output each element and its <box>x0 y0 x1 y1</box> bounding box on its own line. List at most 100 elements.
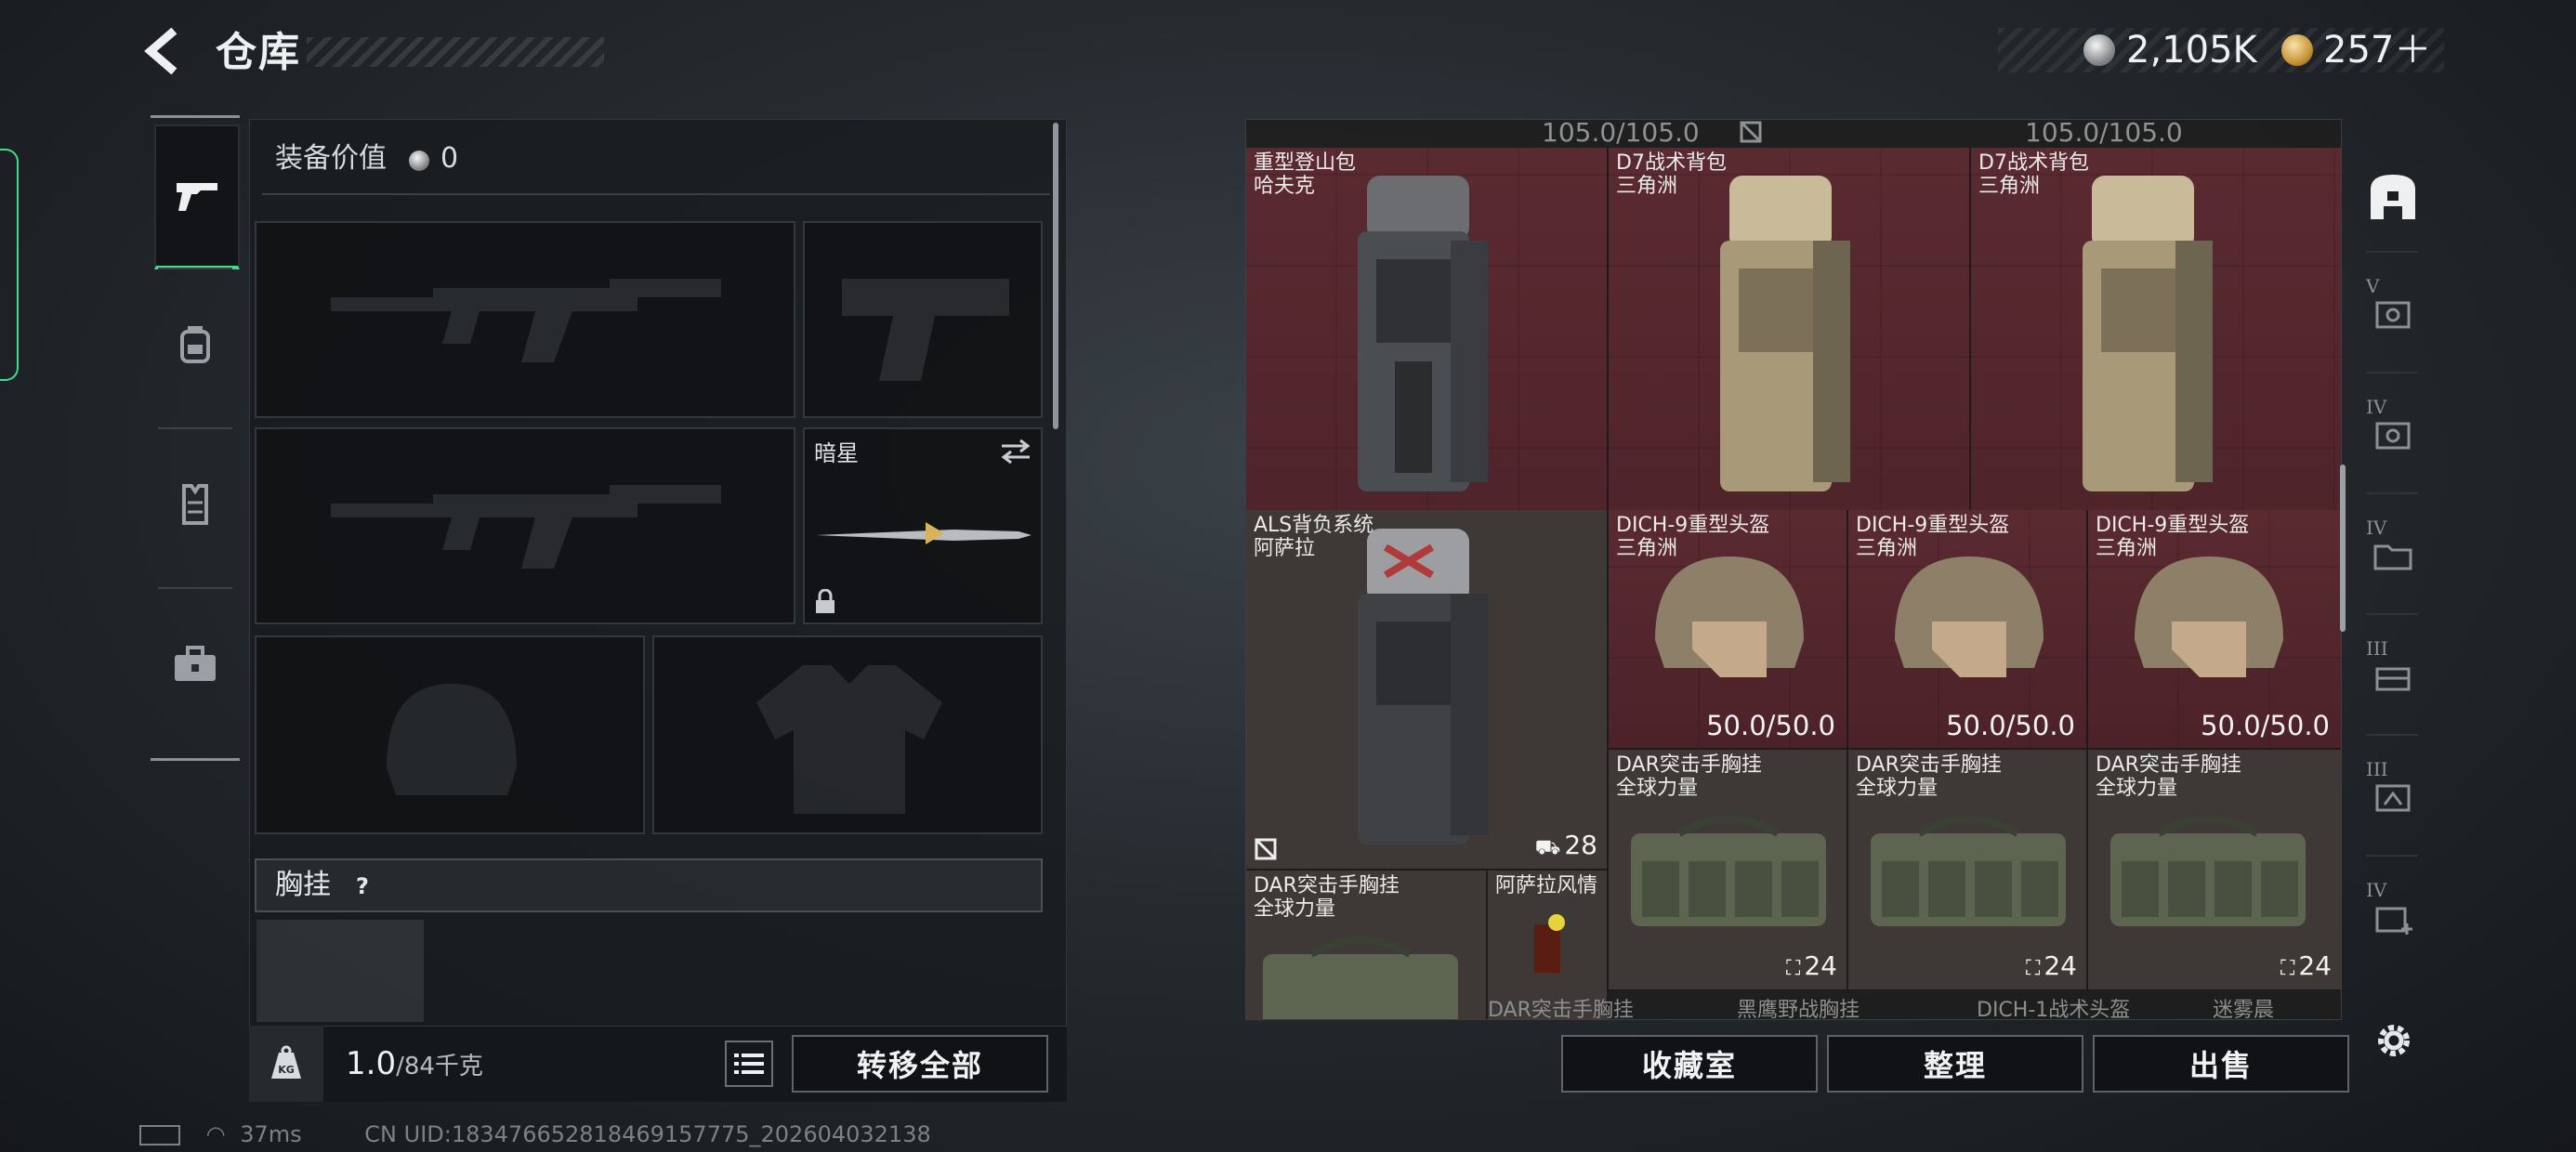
carry-weight: 1.0/84千克 <box>346 1039 483 1092</box>
knife-icon <box>816 522 1032 544</box>
user-uid: CN UID:1834766528184691577​75_2026040321… <box>364 1121 931 1147</box>
item-name: DAR突击手胸挂 全球力量 <box>1254 874 1400 921</box>
tab-add-storage[interactable]: IV <box>2355 862 2431 974</box>
storage-item[interactable]: DAR突击手胸挂 全球力量 <box>1246 871 1488 1019</box>
backpack-image <box>2083 176 2213 491</box>
top-item-durability: 105.0/105.0 <box>1542 119 1700 148</box>
item-name: 阿萨拉风情 <box>1495 874 1598 897</box>
storage-item[interactable]: DICH-9重型头盔 三角洲 50.0/50.0 <box>1848 510 2088 750</box>
nav-backpack[interactable] <box>154 275 236 414</box>
storage-grid: 105.0/105.0 105.0/105.0 重型登山包哈夫克 ⛟40 D7战… <box>1245 119 2342 1020</box>
no-drop-icon <box>1255 838 1277 860</box>
equipment-value: 0 <box>440 142 459 175</box>
melee-slot[interactable]: 暗星 <box>803 427 1043 624</box>
item-slots: ⛶ 24 <box>2280 950 2332 981</box>
storage-item[interactable]: DAR突击手胸挂 全球力量 ⛶ 24 <box>1848 750 2088 991</box>
add-case-icon <box>2375 907 2412 935</box>
safe-box-icon <box>2375 422 2411 450</box>
collection-room-button[interactable]: 收藏室 <box>1561 1035 1818 1093</box>
status-bar: ◠ 37ms CN UID:1834766528184691577​75_202… <box>139 1120 931 1148</box>
backpack-icon: ⛟ <box>1534 836 1561 859</box>
case-icon <box>2375 784 2411 812</box>
sidearm-slot[interactable] <box>803 221 1043 418</box>
chest-rig-label: 胸挂 <box>275 869 331 901</box>
folder-icon <box>2373 544 2412 570</box>
storage-scrollbar[interactable] <box>2340 465 2346 632</box>
page-title: 仓库 <box>216 29 301 76</box>
vest-icon: ⛶ <box>1785 957 1801 980</box>
gold-coin-icon <box>2281 34 2313 66</box>
pistol-icon <box>177 183 217 211</box>
storage-icon <box>2371 175 2415 219</box>
carry-weight-max: /84千克 <box>396 1053 483 1080</box>
ping: 37ms <box>240 1121 302 1147</box>
list-view-button[interactable] <box>725 1041 773 1087</box>
nav-weapons[interactable] <box>154 124 240 269</box>
tab-storage-4b[interactable]: IV <box>2355 500 2431 611</box>
item-name: DAR突击手胸挂 全球力量 <box>1616 753 1762 800</box>
gold-currency-value[interactable]: 257＋ <box>2323 26 2431 74</box>
backpack-image <box>1358 176 1488 491</box>
helmet-slot[interactable] <box>255 635 645 834</box>
storage-item[interactable]: DAR突击手胸挂 全球力量 ⛶ 24 <box>2088 750 2341 991</box>
chevron-left-icon <box>144 27 177 75</box>
tab-storage-5[interactable]: V <box>2355 258 2431 370</box>
nav-toolbox[interactable] <box>154 595 236 734</box>
carry-weight-value: 1.0 <box>346 1045 397 1082</box>
settings-button[interactable] <box>2366 1013 2422 1068</box>
storage-item[interactable]: DICH-9重型头盔 三角洲 50.0/50.0 <box>2088 510 2341 750</box>
loadout-scrollbar[interactable] <box>1053 123 1058 429</box>
storage-tabs: V IV IV III III IV <box>2351 119 2435 1011</box>
rifle-silhouette-icon <box>331 485 721 569</box>
primary-weapon-slot[interactable] <box>255 221 795 418</box>
helmet-silhouette-icon <box>387 684 517 795</box>
chest-rig-image <box>1631 816 1826 926</box>
title-decoration <box>307 37 604 67</box>
no-drop-icon <box>1740 121 1762 143</box>
storage-item[interactable]: DICH-9重型头盔 三角洲 50.0/50.0 <box>1609 510 1848 750</box>
tab-all-storage[interactable] <box>2355 141 2431 253</box>
sort-button[interactable]: 整理 <box>1827 1035 2083 1093</box>
swap-icon[interactable] <box>1000 439 1032 465</box>
back-button[interactable] <box>139 27 195 78</box>
helmet-image <box>2135 556 2283 677</box>
item-name: DAR突击手胸挂 全球力量 <box>1856 753 2002 800</box>
drink-image <box>1534 914 1565 973</box>
armor-slot[interactable] <box>652 635 1043 834</box>
sell-button[interactable]: 出售 <box>2093 1035 2349 1093</box>
melee-name: 暗星 <box>814 440 859 466</box>
transfer-all-button[interactable]: 转移全部 <box>792 1035 1048 1093</box>
top-item-durability: 105.0/105.0 <box>2025 119 2183 148</box>
chest-rig-image <box>2110 816 2306 926</box>
tab-storage-4a[interactable]: IV <box>2355 379 2431 491</box>
chest-rig-image <box>1871 816 2066 926</box>
crate-icon <box>2375 667 2411 691</box>
gear-icon <box>2378 1025 2410 1056</box>
peek-item-name: 迷雾晨 <box>2213 999 2275 1020</box>
backpack-image <box>1358 529 1488 844</box>
vest-icon <box>182 484 208 525</box>
storage-item[interactable]: DAR突击手胸挂 全球力量 ⛶ 24 <box>1609 750 1848 991</box>
storage-item[interactable]: ALS背负系统 阿萨拉 ⛟ 28 <box>1246 510 1609 871</box>
helmet-image <box>1895 556 2044 677</box>
peek-item-name: DAR突击手胸挂 <box>1488 999 1634 1020</box>
item-durability: 50.0/50.0 <box>2201 710 2330 741</box>
nav-vest[interactable] <box>154 435 236 574</box>
item-name: DAR突击手胸挂 全球力量 <box>2096 753 2241 800</box>
lock-icon <box>816 589 835 613</box>
divider <box>262 193 1050 195</box>
item-durability: 50.0/50.0 <box>1706 710 1835 741</box>
secondary-weapon-slot[interactable] <box>255 427 795 624</box>
tab-storage-3a[interactable]: III <box>2355 621 2431 732</box>
rifle-silhouette-icon <box>331 279 721 362</box>
peek-item-name: DICH-1战术头盔 <box>1977 999 2131 1020</box>
list-icon <box>734 1054 764 1074</box>
help-icon[interactable]: ? <box>346 870 379 903</box>
silver-coin-icon <box>409 151 429 171</box>
edge-handle[interactable] <box>0 149 19 381</box>
silver-currency-value[interactable]: 2,105K <box>2126 26 2257 74</box>
item-durability: 50.0/50.0 <box>1946 710 2075 741</box>
tab-storage-3b[interactable]: III <box>2355 741 2431 853</box>
chest-rig-slot[interactable] <box>256 920 424 1022</box>
wifi-icon: ◠ <box>205 1121 226 1147</box>
